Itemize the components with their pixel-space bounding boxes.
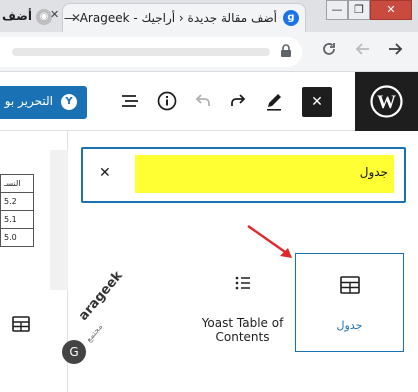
block-search-value: جدول <box>359 165 388 179</box>
list-view-icon[interactable] <box>118 89 144 115</box>
window-controls: — ❐ ✕ <box>326 0 412 20</box>
watermark-logo-icon: G <box>62 340 86 364</box>
address-bar[interactable] <box>0 37 302 67</box>
maximize-button[interactable]: ❐ <box>348 0 370 20</box>
browser-toolbar <box>0 32 418 72</box>
update-button[interactable]: التحرير بو Y <box>0 86 87 119</box>
block-item-yoast-toc[interactable]: Yoast Table of Contents <box>188 253 297 352</box>
table-block-icon[interactable] <box>11 314 31 338</box>
canvas-scrollbar[interactable] <box>50 150 68 290</box>
info-icon[interactable] <box>155 89 181 115</box>
tab-active[interactable]: g أضف مقالة جديدة ‹ أراجيك - Arageek — ✕ <box>62 3 306 32</box>
redo-icon[interactable] <box>226 89 252 115</box>
editor-header: التحرير بو Y ✕ W <box>0 72 418 131</box>
table-cell: النسـ <box>0 174 34 193</box>
red-arrow-annotation <box>247 225 292 258</box>
update-button-label: التحرير بو <box>4 94 53 108</box>
window-close-button[interactable]: ✕ <box>370 0 412 20</box>
table-icon <box>339 274 361 300</box>
block-item-label: Yoast Table of Contents <box>201 316 284 344</box>
close-inserter-button[interactable]: ✕ <box>302 87 332 117</box>
tab-other-close-icon[interactable]: ✕ <box>50 8 59 21</box>
tab-active-title: أضف مقالة جديدة ‹ أراجيك - Arageek — <box>63 11 277 25</box>
undo-icon[interactable] <box>191 89 217 115</box>
tab-close-icon[interactable]: ✕ <box>71 11 81 25</box>
tab-other-title: أضف <box>2 9 32 23</box>
watermark-sub: مجتمع <box>84 322 105 344</box>
lock-icon[interactable] <box>280 44 292 61</box>
address-url-blurred <box>12 48 270 56</box>
browser-titlebar: أضف ◉ ✕ g أضف مقالة جديدة ‹ أراجيك - Ara… <box>0 0 418 32</box>
block-item-label: جدول <box>336 319 363 332</box>
block-search-field[interactable]: جدول ✕ <box>81 147 406 203</box>
table-cell: 5.1 <box>0 210 34 229</box>
clear-search-icon[interactable]: ✕ <box>99 165 111 181</box>
reload-icon[interactable] <box>318 41 340 63</box>
minimize-button[interactable]: — <box>326 0 348 20</box>
svg-text:W: W <box>377 92 396 113</box>
yoast-icon: Y <box>61 94 77 110</box>
yoast-toc-icon <box>233 273 253 297</box>
arageek-favicon-icon: g <box>283 10 299 26</box>
editor-canvas: النسـ 5.2 5.1 5.0 <box>0 131 68 392</box>
table-cell: 5.2 <box>0 192 34 211</box>
forward-arrow-icon[interactable] <box>352 41 374 63</box>
arageek-watermark: G arageek مجتمع <box>62 268 152 380</box>
search-highlight <box>135 155 394 193</box>
pencil-icon[interactable] <box>262 89 288 115</box>
table-cell: 5.0 <box>0 228 34 247</box>
wordpress-logo[interactable]: W <box>355 72 418 131</box>
back-arrow-icon[interactable] <box>384 41 406 63</box>
content-table[interactable]: النسـ 5.2 5.1 5.0 <box>0 174 34 247</box>
wordpress-icon: W <box>370 85 403 118</box>
tab-other[interactable]: أضف ◉ ✕ <box>0 3 60 29</box>
block-item-table[interactable]: جدول <box>295 253 404 352</box>
